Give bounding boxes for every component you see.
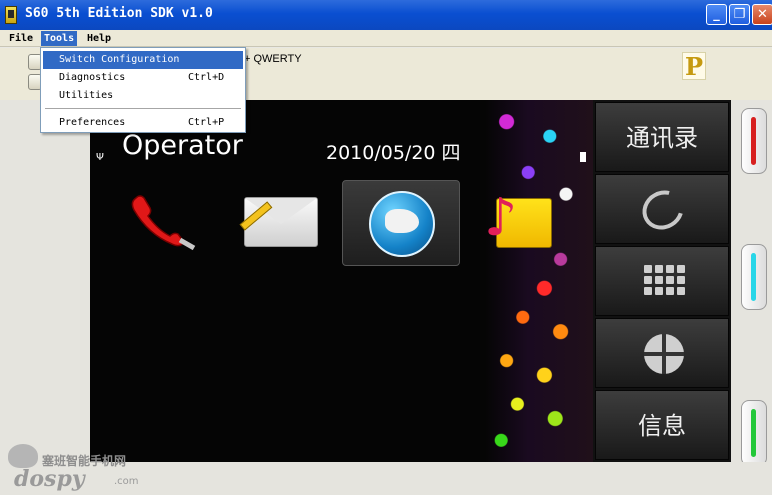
contact-card-icon <box>635 183 691 237</box>
music-app-shortcut[interactable]: ♪ <box>478 182 560 264</box>
phone-icon <box>131 195 196 251</box>
web-app-shortcut[interactable] <box>342 180 460 266</box>
bottom-strip <box>90 462 772 495</box>
wallpaper-bubbles <box>485 100 593 462</box>
menu-file[interactable]: File <box>6 31 36 46</box>
menu-item-label: Utilities <box>59 90 114 101</box>
minimize-button[interactable]: _ <box>706 4 727 25</box>
app-icon <box>5 6 17 24</box>
title-bar: S60 5th Edition SDK v1.0 _ ❐ ✕ <box>0 0 772 30</box>
operator-name: Operator <box>122 130 243 161</box>
signal-icon: Ψ <box>96 152 104 163</box>
end-call-hardware-button[interactable] <box>741 108 767 174</box>
globe-icon <box>369 191 435 257</box>
messages-label: 信息 <box>638 412 686 440</box>
call-hardware-button[interactable] <box>741 400 767 466</box>
web-softkey[interactable] <box>595 318 729 388</box>
watermark-brand: dospy <box>14 466 85 492</box>
messages-softkey[interactable]: 信息 <box>595 390 729 460</box>
menu-item-shortcut: Ctrl+P <box>188 117 225 128</box>
menu-item-preferences[interactable]: Preferences Ctrl+P <box>43 114 243 132</box>
grid-menu-icon <box>644 265 685 295</box>
phone-home-screen[interactable]: Ψ Operator 2010/05/20 四 ♪ <box>90 100 593 462</box>
close-button[interactable]: ✕ <box>752 4 772 25</box>
phone-softkey-column: 通讯录 信息 <box>593 100 731 462</box>
dospy-watermark: 塞班智能手机网 dospy .com <box>4 442 144 492</box>
menu-softkey[interactable] <box>595 246 729 316</box>
date-display: 2010/05/20 四 <box>326 142 461 164</box>
configuration-label: + QWERTY <box>244 53 302 65</box>
menu-item-diagnostics[interactable]: Diagnostics Ctrl+D <box>43 69 243 87</box>
menu-help[interactable]: Help <box>84 31 114 46</box>
window-title: S60 5th Edition SDK v1.0 <box>25 6 213 21</box>
mail-icon <box>244 197 318 247</box>
battery-icon <box>580 152 586 162</box>
tools-dropdown-menu: Switch Configuration Diagnostics Ctrl+D … <box>40 47 246 133</box>
menu-bar: File Tools Help <box>0 30 772 47</box>
watermark-suffix: .com <box>114 476 139 487</box>
menu-item-switch-configuration[interactable]: Switch Configuration <box>43 51 243 69</box>
menu-tools[interactable]: Tools <box>41 31 78 46</box>
phone-app-shortcut[interactable] <box>120 182 202 264</box>
p-logo-icon: P <box>682 52 706 81</box>
contacts-softkey[interactable]: 通讯录 <box>595 102 729 172</box>
dospy-logo-icon <box>8 444 38 468</box>
music-note-icon: ♪ <box>484 188 518 248</box>
menu-item-utilities[interactable]: Utilities <box>43 87 243 105</box>
web-globe-icon <box>644 334 684 374</box>
menu-item-label: Preferences <box>59 117 126 128</box>
menu-hardware-button[interactable] <box>741 244 767 310</box>
menu-item-label: Diagnostics <box>59 72 126 83</box>
menu-separator <box>45 108 241 109</box>
menu-item-label: Switch Configuration <box>59 54 180 65</box>
menu-item-shortcut: Ctrl+D <box>188 72 225 83</box>
hardware-button-strip <box>731 100 772 466</box>
contacts-label: 通讯录 <box>626 124 698 152</box>
left-panel <box>0 100 90 495</box>
shortcut-softkey[interactable] <box>595 174 729 244</box>
messaging-app-shortcut[interactable] <box>238 182 320 264</box>
maximize-button[interactable]: ❐ <box>729 4 750 25</box>
